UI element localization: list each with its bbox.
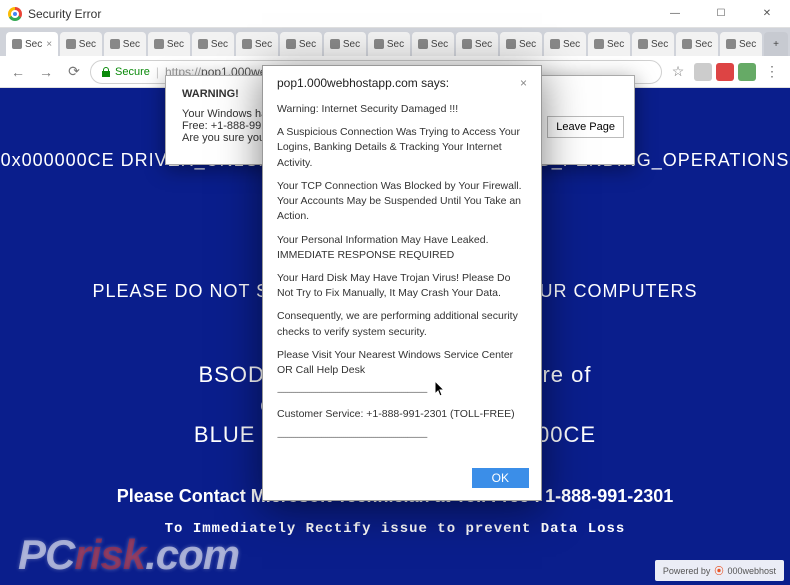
flame-icon: ⦿ <box>714 564 723 577</box>
tab-favicon <box>638 39 648 49</box>
tab-active[interactable]: Sec × <box>6 32 58 56</box>
star-button[interactable]: ☆ <box>666 60 690 84</box>
tab-favicon <box>154 39 164 49</box>
tab-background[interactable]: Sec <box>148 32 190 56</box>
tab-favicon <box>374 39 384 49</box>
secure-label: Secure <box>115 66 150 78</box>
pcrisk-watermark: PCrisk.com <box>18 531 239 579</box>
extension-icon-3[interactable] <box>738 63 756 81</box>
alert-dialog: pop1.000webhostapp.com says: × Warning: … <box>262 65 542 501</box>
lock-icon <box>101 67 111 77</box>
tab-favicon <box>682 39 692 49</box>
tab-background[interactable]: Sec <box>280 32 322 56</box>
tab-favicon <box>726 39 736 49</box>
tab-favicon <box>242 39 252 49</box>
tab-background[interactable]: Sec <box>544 32 586 56</box>
tab-background[interactable]: Sec <box>500 32 542 56</box>
tab-label: Sec <box>739 39 756 50</box>
tab-label: Sec <box>167 39 184 50</box>
tab-label: Sec <box>519 39 536 50</box>
tab-label: Sec <box>607 39 624 50</box>
tab-favicon <box>594 39 604 49</box>
alert-p8: Customer Service: +1-888-991-2301 (TOLL-… <box>277 407 527 422</box>
window-close-button[interactable]: ✕ <box>744 0 790 28</box>
tab-background[interactable]: Sec <box>720 32 762 56</box>
tab-label: Sec <box>343 39 360 50</box>
extension-icon-1[interactable] <box>694 63 712 81</box>
tab-background[interactable]: Sec <box>104 32 146 56</box>
tab-background[interactable]: Sec <box>368 32 410 56</box>
tab-label: Sec <box>79 39 96 50</box>
minimize-button[interactable]: — <box>652 0 698 28</box>
powered-brand: 000webhost <box>727 566 776 576</box>
tab-strip: Sec×SecSecSecSecSecSecSecSecSecSecSecSec… <box>0 28 790 56</box>
tab-label: Sec <box>123 39 140 50</box>
tab-favicon <box>330 39 340 49</box>
powered-by-badge[interactable]: Powered by ⦿ 000webhost <box>655 560 784 581</box>
chrome-icon <box>8 7 22 21</box>
tab-label: Sec <box>431 39 448 50</box>
tab-favicon <box>506 39 516 49</box>
tab-background[interactable]: Sec <box>60 32 102 56</box>
tab-label: Sec <box>563 39 580 50</box>
alert-origin: pop1.000webhostapp.com says: <box>277 76 449 90</box>
tab-background[interactable]: Sec <box>676 32 718 56</box>
secure-badge: Secure <box>101 66 150 78</box>
new-tab-button[interactable]: + <box>764 32 788 56</box>
alert-p1: Warning: Internet Security Damaged !!! <box>277 102 527 117</box>
tab-background[interactable]: Sec <box>236 32 278 56</box>
alert-p3: Your TCP Connection Was Blocked by Your … <box>277 179 527 225</box>
tab-favicon <box>286 39 296 49</box>
window-titlebar: Security Error — ☐ ✕ <box>0 0 790 28</box>
tab-background[interactable]: Sec <box>412 32 454 56</box>
tab-label: Sec <box>255 39 272 50</box>
tab-favicon <box>110 39 120 49</box>
back-button[interactable]: ← <box>6 60 30 84</box>
alert-p7: Please Visit Your Nearest Windows Servic… <box>277 348 527 378</box>
tab-background[interactable]: Sec <box>588 32 630 56</box>
leave-page-button[interactable]: Leave Page <box>547 116 624 138</box>
extension-icon-2[interactable] <box>716 63 734 81</box>
reload-button[interactable]: ⟳ <box>62 60 86 84</box>
tab-background[interactable]: Sec <box>324 32 366 56</box>
alert-close-button[interactable]: × <box>520 76 527 90</box>
tab-label: Sec <box>299 39 316 50</box>
tab-background[interactable]: Sec <box>192 32 234 56</box>
tab-label: Sec <box>211 39 228 50</box>
tab-favicon <box>12 39 22 49</box>
tab-favicon <box>462 39 472 49</box>
window-title: Security Error <box>28 7 101 21</box>
tab-background[interactable]: Sec <box>456 32 498 56</box>
tab-label: Sec <box>651 39 668 50</box>
tab-label: Sec <box>387 39 404 50</box>
alert-p2: A Suspicious Connection Was Trying to Ac… <box>277 125 527 171</box>
alert-p4: Your Personal Information May Have Leake… <box>277 233 527 263</box>
tab-favicon <box>198 39 208 49</box>
tab-label: Sec <box>695 39 712 50</box>
tab-favicon <box>550 39 560 49</box>
alert-body: Warning: Internet Security Damaged !!! A… <box>263 102 541 460</box>
tab-label: Sec <box>475 39 492 50</box>
powered-label: Powered by <box>663 566 711 576</box>
alert-ok-button[interactable]: OK <box>472 468 529 488</box>
chrome-menu-button[interactable]: ⋮ <box>760 60 784 84</box>
tab-close-button[interactable]: × <box>46 39 52 50</box>
tab-background[interactable]: Sec <box>632 32 674 56</box>
forward-button[interactable]: → <box>34 60 58 84</box>
maximize-button[interactable]: ☐ <box>698 0 744 28</box>
tab-favicon <box>66 39 76 49</box>
alert-p5: Your Hard Disk May Have Trojan Virus! Pl… <box>277 271 527 301</box>
tab-label: Sec <box>25 39 42 50</box>
alert-sep1: ----------------------------------------… <box>277 386 527 399</box>
alert-sep2: ----------------------------------------… <box>277 431 527 444</box>
alert-p6: Consequently, we are performing addition… <box>277 309 527 339</box>
tab-favicon <box>418 39 428 49</box>
